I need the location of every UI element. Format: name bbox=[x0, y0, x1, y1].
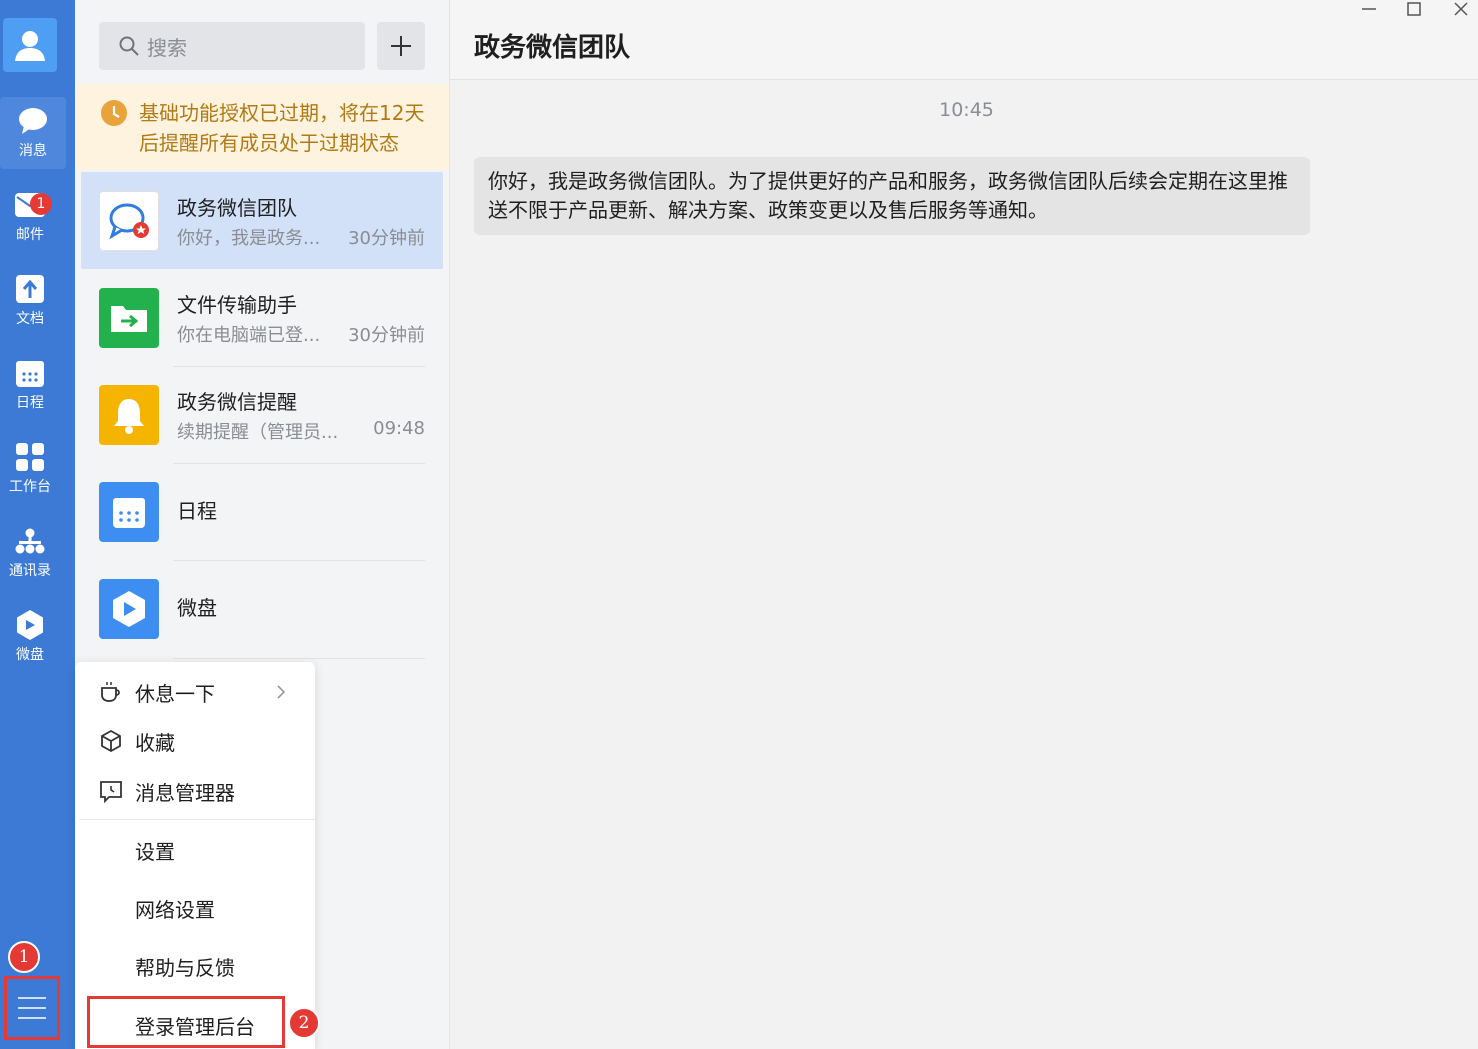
list-divider bbox=[173, 658, 425, 659]
conversation-preview: 你在电脑端已登... bbox=[177, 325, 321, 346]
conversation-time: 30分钟前 bbox=[348, 228, 425, 249]
menu-item-label: 收藏 bbox=[135, 730, 175, 755]
nav-label: 工作台 bbox=[9, 479, 51, 495]
avatar[interactable] bbox=[3, 18, 57, 72]
conversation-item[interactable]: 微盘 bbox=[81, 560, 443, 657]
menu-item-help-feedback[interactable]: 帮助与反馈 bbox=[75, 942, 315, 990]
schedule-icon bbox=[99, 481, 159, 542]
menu-item-favorites[interactable]: 收藏 bbox=[75, 717, 315, 765]
conversation-name: 政务微信提醒 bbox=[177, 390, 297, 414]
nav-label: 微盘 bbox=[16, 647, 44, 663]
conversation-preview: 续期提醒（管理员... bbox=[177, 422, 337, 443]
nav-item-drive[interactable]: 微盘 bbox=[0, 601, 75, 673]
conversation-name: 政务微信团队 bbox=[177, 196, 297, 220]
license-notice[interactable]: 基础功能授权已过期，将在12天后提醒所有成员处于过期状态 bbox=[75, 84, 449, 170]
minimize-icon bbox=[1362, 8, 1376, 10]
grid-icon bbox=[16, 443, 44, 471]
drive-icon bbox=[17, 610, 43, 640]
chat-header: 政务微信团队 bbox=[450, 0, 1478, 80]
chat-area: 政务微信团队 10:45 你好，我是政务微信团队。为了提供更好的产品和服务，政务… bbox=[450, 0, 1478, 1049]
close-icon bbox=[1454, 2, 1468, 16]
conversation-item[interactable]: 政务微信提醒 续期提醒（管理员... 09:48 bbox=[81, 366, 443, 463]
message-timestamp: 10:45 bbox=[939, 99, 994, 121]
menu-item-label: 设置 bbox=[135, 839, 175, 864]
left-nav: 消息 邮件 1 文档 日程 工作台 通讯录 微盘 1 bbox=[0, 0, 75, 1049]
nav-item-workbench[interactable]: 工作台 bbox=[0, 433, 75, 505]
chat-title: 政务微信团队 bbox=[474, 33, 631, 63]
bell-icon bbox=[99, 384, 159, 445]
conversation-item[interactable]: 政务微信团队 你好，我是政务... 30分钟前 bbox=[81, 172, 443, 269]
unread-badge: 1 bbox=[30, 193, 52, 215]
search-placeholder: 搜索 bbox=[147, 35, 187, 60]
nav-item-mail[interactable]: 邮件 1 bbox=[0, 181, 75, 253]
conversation-name: 文件传输助手 bbox=[177, 293, 297, 317]
conversation-time: 30分钟前 bbox=[348, 325, 425, 346]
menu-item-take-break[interactable]: 休息一下 bbox=[75, 668, 315, 716]
org-chart-icon bbox=[15, 528, 45, 554]
cube-icon bbox=[101, 729, 121, 753]
conversation-item[interactable]: 日程 bbox=[81, 463, 443, 560]
add-button[interactable] bbox=[377, 22, 425, 70]
conversation-preview: 你好，我是政务... bbox=[177, 228, 321, 249]
file-transfer-icon bbox=[99, 287, 159, 348]
menu-item-label: 帮助与反馈 bbox=[135, 955, 235, 980]
nav-label: 通讯录 bbox=[9, 563, 51, 579]
notice-text: 基础功能授权已过期，将在12天后提醒所有成员处于过期状态 bbox=[139, 101, 425, 155]
hamburger-icon bbox=[18, 997, 46, 1019]
menu-item-label: 休息一下 bbox=[135, 681, 215, 706]
main-menu-button[interactable] bbox=[4, 976, 60, 1040]
menu-item-label: 网络设置 bbox=[135, 897, 215, 922]
menu-item-settings[interactable]: 设置 bbox=[75, 826, 315, 874]
nav-label: 消息 bbox=[19, 143, 47, 159]
search-icon bbox=[119, 36, 139, 56]
user-icon bbox=[15, 31, 45, 61]
docs-icon bbox=[16, 275, 44, 303]
conversation-name: 日程 bbox=[177, 499, 217, 523]
search-input[interactable]: 搜索 bbox=[99, 22, 365, 70]
step-marker-2: 2 bbox=[288, 1007, 320, 1039]
conversation-time: 09:48 bbox=[373, 418, 425, 439]
coffee-icon bbox=[101, 682, 120, 702]
nav-label: 文档 bbox=[16, 311, 44, 327]
menu-separator bbox=[79, 819, 315, 820]
calendar-icon bbox=[16, 361, 44, 387]
plus-icon bbox=[391, 36, 411, 56]
nav-item-messages[interactable]: 消息 bbox=[0, 97, 66, 169]
step-marker-1: 1 bbox=[8, 941, 40, 973]
main-menu-popup: 休息一下 收藏 消息管理器 设置 网络设置 帮助与反馈 登录管理后台 bbox=[75, 662, 315, 1049]
nav-item-schedule[interactable]: 日程 bbox=[0, 349, 75, 421]
nav-item-docs[interactable]: 文档 bbox=[0, 265, 75, 337]
menu-item-message-manager[interactable]: 消息管理器 bbox=[75, 767, 315, 815]
team-chat-icon bbox=[99, 190, 159, 251]
message-bubble: 你好，我是政务微信团队。为了提供更好的产品和服务，政务微信团队后续会定期在这里推… bbox=[474, 157, 1310, 235]
menu-item-network-settings[interactable]: 网络设置 bbox=[75, 884, 315, 932]
conversation-item[interactable]: 文件传输助手 你在电脑端已登... 30分钟前 bbox=[81, 269, 443, 366]
chat-bubble-icon bbox=[19, 108, 47, 134]
maximize-icon bbox=[1407, 2, 1421, 16]
menu-item-label: 消息管理器 bbox=[135, 780, 235, 805]
nav-label: 日程 bbox=[16, 395, 44, 411]
conversation-name: 微盘 bbox=[177, 596, 217, 620]
minimize-button[interactable] bbox=[1357, 0, 1381, 18]
message-manager-icon bbox=[100, 781, 122, 803]
drive-app-icon bbox=[99, 578, 159, 639]
clock-icon bbox=[101, 100, 127, 126]
nav-label: 邮件 bbox=[16, 227, 44, 243]
maximize-button[interactable] bbox=[1402, 0, 1426, 18]
chevron-right-icon bbox=[277, 685, 286, 699]
nav-item-contacts[interactable]: 通讯录 bbox=[0, 517, 75, 589]
admin-login-highlight bbox=[87, 996, 285, 1048]
close-button[interactable] bbox=[1449, 0, 1473, 18]
